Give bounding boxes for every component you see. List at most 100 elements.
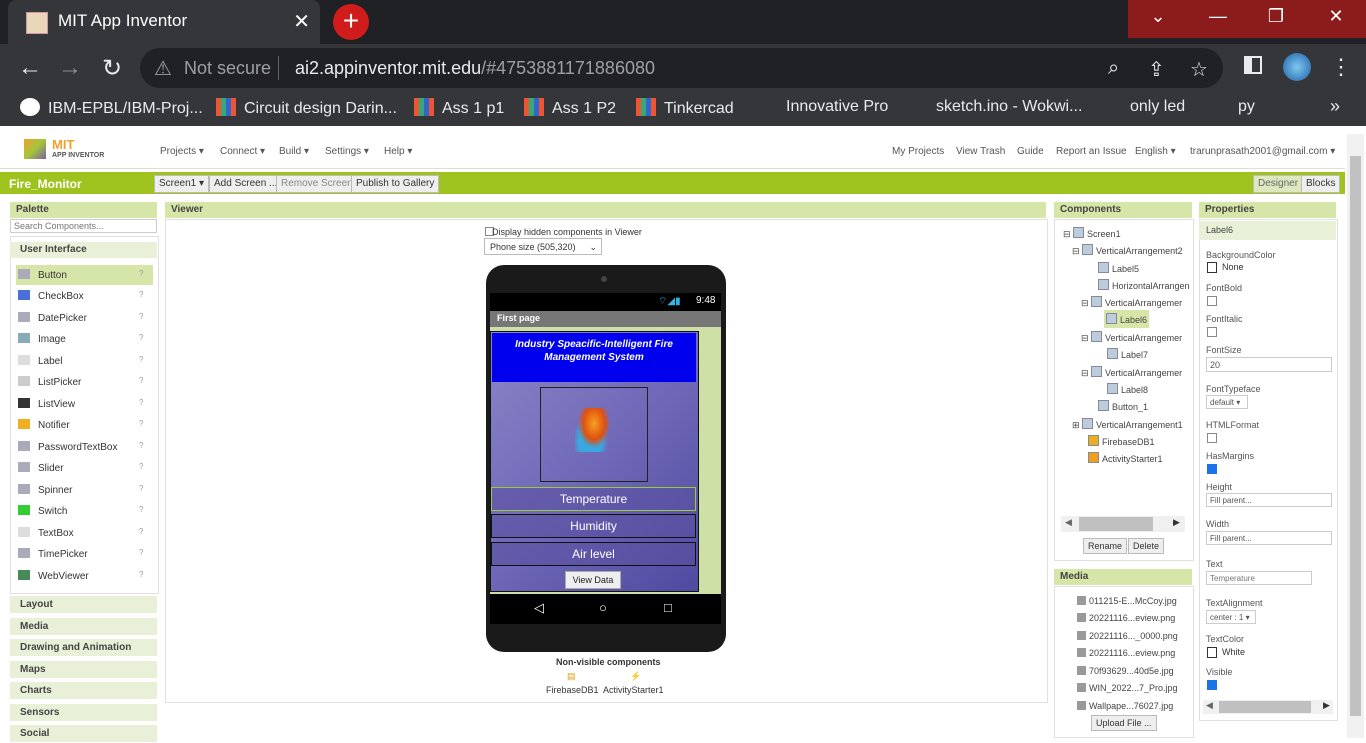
media-file[interactable]: WIN_2022...7_Pro.jpg [1077, 683, 1178, 693]
link-view-trash[interactable]: View Trash [956, 146, 1005, 157]
publish-gallery-button[interactable]: Publish to Gallery [351, 175, 440, 193]
prop-fontitalic-checkbox[interactable] [1207, 327, 1217, 337]
page-scrollbar-thumb[interactable] [1350, 156, 1361, 716]
media-file[interactable]: Wallpape...76027.jpg [1077, 701, 1173, 711]
menu-help[interactable]: Help ▾ [384, 146, 412, 157]
nav-back-icon[interactable]: ◁ [534, 600, 544, 616]
prop-fonttypeface-select[interactable]: default ▾ [1206, 395, 1248, 409]
help-icon[interactable]: ? [139, 505, 143, 514]
scroll-right-icon[interactable]: ▶ [1173, 517, 1180, 528]
upload-file-button[interactable]: Upload File ... [1091, 715, 1157, 731]
prop-width-input[interactable]: Fill parent... [1206, 531, 1332, 545]
tree-horizontalarrangement[interactable]: HorizontalArrangen [1098, 279, 1190, 291]
add-screen-button[interactable]: Add Screen ... [209, 175, 283, 193]
profile-avatar[interactable] [1283, 53, 1311, 81]
palette-item-listpicker[interactable]: ListPicker [18, 376, 81, 388]
palette-item-timepicker[interactable]: TimePicker [18, 548, 88, 560]
not-secure-label[interactable]: Not secure [184, 58, 271, 79]
prop-backgroundcolor-value[interactable]: None [1222, 262, 1244, 272]
reading-mode-icon[interactable] [1244, 56, 1262, 74]
tree-verticalarrangement-c[interactable]: ⊟ VerticalArrangemer [1081, 366, 1182, 379]
url-text[interactable]: ai2.appinventor.mit.edu/#475388117188608… [295, 58, 655, 79]
account-menu[interactable]: trarunprasath2001@gmail.com ▾ [1190, 146, 1335, 157]
humidity-label[interactable]: Humidity [491, 514, 696, 538]
nonvisible-firebase[interactable]: FirebaseDB1 [546, 685, 599, 695]
view-data-button[interactable]: View Data [565, 571, 621, 589]
tree-firebasedb1[interactable]: FirebaseDB1 [1088, 435, 1155, 447]
color-swatch[interactable] [1207, 262, 1217, 273]
palette-item-button[interactable]: Button [18, 269, 67, 281]
palette-category-header[interactable]: User Interface [10, 242, 157, 258]
palette-category-drawing[interactable]: Drawing and Animation [10, 639, 157, 657]
menu-settings[interactable]: Settings ▾ [325, 146, 369, 157]
bookmarks-more-icon[interactable]: » [1330, 96, 1340, 117]
scrollbar-thumb[interactable] [1079, 517, 1153, 531]
palette-category-layout[interactable]: Layout [10, 596, 157, 614]
menu-projects[interactable]: Projects ▾ [160, 146, 204, 157]
prop-fontsize-input[interactable]: 20 [1206, 357, 1332, 372]
tree-verticalarrangement-a[interactable]: ⊟ VerticalArrangemer [1081, 296, 1182, 309]
search-icon[interactable]: ⌕ [1108, 57, 1119, 80]
nav-home-icon[interactable]: ○ [599, 600, 607, 615]
temperature-label[interactable]: Temperature [491, 487, 696, 511]
help-icon[interactable]: ? [139, 333, 143, 342]
prop-height-input[interactable]: Fill parent... [1206, 493, 1332, 507]
palette-item-listview[interactable]: ListView [18, 398, 75, 410]
tree-button1[interactable]: Button_1 [1098, 400, 1148, 412]
components-scrollbar[interactable]: ◀ ▶ [1061, 516, 1185, 532]
scroll-right-icon[interactable]: ▶ [1323, 700, 1330, 711]
logo-image[interactable] [540, 387, 648, 482]
help-icon[interactable]: ? [139, 269, 143, 278]
palette-category-media[interactable]: Media [10, 618, 157, 636]
nav-recents-icon[interactable]: □ [664, 600, 672, 615]
palette-item-webviewer[interactable]: WebViewer [18, 570, 89, 582]
link-my-projects[interactable]: My Projects [892, 146, 944, 157]
prop-text-input[interactable]: Temperature [1206, 571, 1312, 585]
scroll-left-icon[interactable]: ◀ [1065, 517, 1072, 528]
help-icon[interactable]: ? [139, 462, 143, 471]
palette-search-input[interactable] [10, 219, 157, 233]
bookmark-innovative[interactable]: Innovative Pro [786, 98, 888, 116]
bookmark-ass1p2[interactable]: Ass 1 P2 [524, 98, 616, 118]
palette-item-notifier[interactable]: Notifier [18, 419, 70, 431]
remove-screen-button[interactable]: Remove Screen [276, 175, 358, 193]
tree-label8[interactable]: Label8 [1107, 383, 1148, 395]
new-tab-button[interactable]: + [333, 4, 369, 40]
rename-button[interactable]: Rename [1083, 538, 1128, 554]
palette-category-maps[interactable]: Maps [10, 661, 157, 679]
heading-label[interactable]: Industry Speacific-Intelligent Fire Mana… [492, 333, 696, 382]
help-icon[interactable]: ? [139, 290, 143, 299]
help-icon[interactable]: ? [139, 355, 143, 364]
media-file[interactable]: 20221116..._0000.png [1077, 631, 1178, 641]
tree-activitystarter1[interactable]: ActivityStarter1 [1088, 452, 1163, 464]
address-bar[interactable]: ⚠ Not secure ai2.appinventor.mit.edu/#47… [140, 48, 1223, 88]
tab-close-icon[interactable]: ✕ [293, 9, 310, 34]
scroll-left-icon[interactable]: ◀ [1206, 700, 1213, 711]
window-close-icon[interactable]: ✕ [1306, 6, 1366, 27]
color-swatch[interactable] [1207, 647, 1217, 658]
reload-icon[interactable]: ↻ [102, 54, 122, 83]
scrollbar-thumb[interactable] [1219, 701, 1311, 713]
tree-label6-selected[interactable]: Label6 [1104, 310, 1150, 328]
palette-item-textbox[interactable]: TextBox [18, 527, 74, 539]
appinventor-logo[interactable]: MIT APP INVENTOR [24, 137, 114, 163]
tree-verticalarrangement-b[interactable]: ⊟ VerticalArrangemer [1081, 331, 1182, 344]
tab-search-chevron-icon[interactable]: ⌄ [1128, 6, 1188, 27]
palette-item-switch[interactable]: Switch [18, 505, 67, 517]
tree-label7[interactable]: Label7 [1107, 348, 1148, 360]
help-icon[interactable]: ? [139, 376, 143, 385]
link-report-issue[interactable]: Report an Issue [1056, 146, 1127, 157]
palette-category-sensors[interactable]: Sensors [10, 704, 157, 722]
bookmark-only-led[interactable]: only led [1130, 98, 1185, 116]
properties-scrollbar[interactable]: ◀ ▶ [1203, 700, 1333, 714]
prop-hasmargins-checkbox[interactable] [1207, 464, 1217, 474]
menu-build[interactable]: Build ▾ [279, 146, 309, 157]
share-icon[interactable]: ⇪ [1148, 57, 1165, 82]
palette-item-slider[interactable]: Slider [18, 462, 64, 474]
more-menu-icon[interactable]: ⋮ [1330, 54, 1352, 80]
air-level-label[interactable]: Air level [491, 542, 696, 566]
help-icon[interactable]: ? [139, 419, 143, 428]
warning-icon[interactable]: ⚠ [154, 56, 172, 81]
prop-visible-checkbox[interactable] [1207, 680, 1217, 690]
forward-icon[interactable]: → [58, 54, 82, 82]
